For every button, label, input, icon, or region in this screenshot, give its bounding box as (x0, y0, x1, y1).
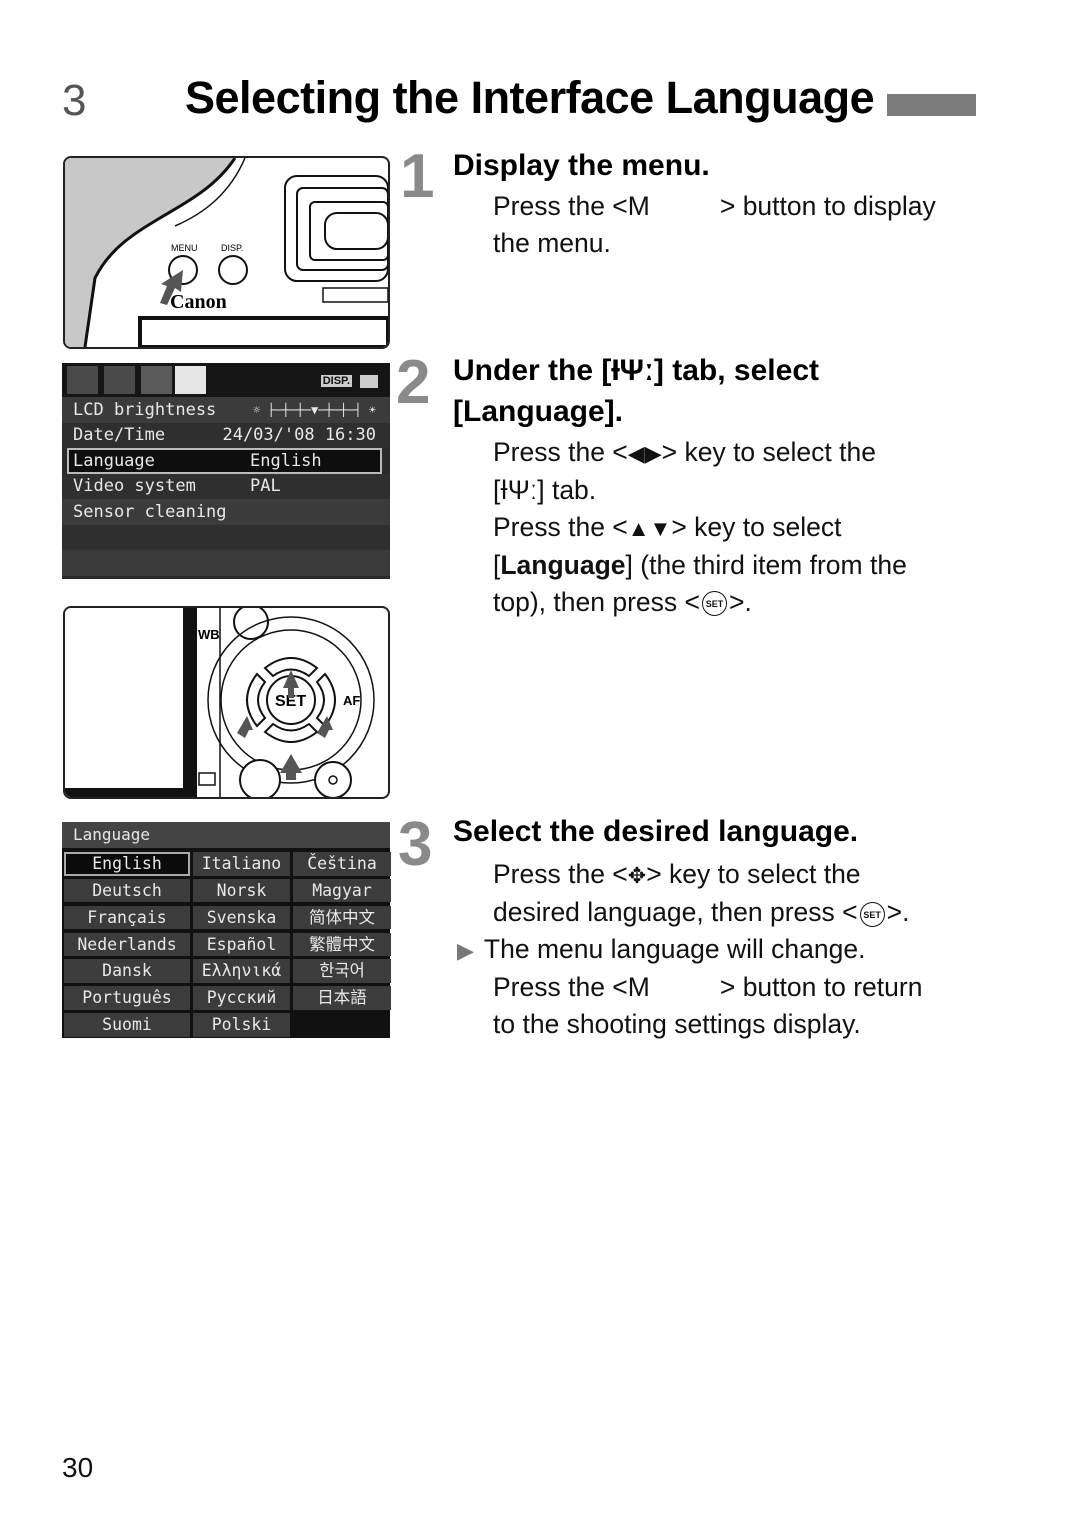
step-number-3: 3 (398, 810, 433, 879)
title-decoration-bar (887, 94, 976, 116)
step-1-text: Press the <M > button to display the menu… (493, 191, 936, 258)
menu-label: MENU (171, 243, 198, 253)
set-button-icon: SET (859, 901, 885, 927)
language-option: Deutsch (64, 878, 190, 903)
language-option: Polski (193, 1013, 290, 1037)
language-option: Русский (193, 986, 290, 1010)
language-option: Suomi (64, 1013, 190, 1037)
language-option: 简体中文 (293, 905, 391, 930)
menu-tab-bar: DISP. (62, 363, 390, 397)
disp-badge: DISP. (320, 375, 352, 387)
language-option: 한국어 (293, 959, 391, 983)
language-menu-screen: Language English Italiano Čeština Deutsc… (62, 822, 391, 1038)
page-number: 30 (62, 1452, 94, 1483)
language-grid: English Italiano Čeština Deutsch Norsk M… (62, 848, 391, 1038)
step-3-title: Select the desired language. (453, 815, 859, 848)
step-1-title: Display the menu. (453, 149, 710, 182)
setup-menu-screen: DISP. LCD brightness ☼ ├─┼─┼─▼─┼─┼─┤ ☀ D… (62, 363, 390, 579)
up-down-keys-icon: ▲▼ (627, 515, 672, 541)
menu-row-date-time: Date/Time 24/03/'08 16:30 (62, 422, 390, 448)
wb-label: WB (198, 627, 220, 642)
step-3-text: Press the <✥> key to select the desired … (457, 859, 923, 1039)
menu-row-empty (62, 550, 390, 576)
info-icon (360, 375, 378, 388)
result-bullet-icon: ▶ (457, 937, 474, 963)
menu-row-language: Language English (67, 448, 382, 474)
language-option: Čeština (293, 852, 391, 876)
playback-tab-icon (141, 366, 172, 394)
step-2-text: Press the <◀▶> key to select the [ƗΨː] t… (493, 437, 907, 617)
language-option: Español (193, 932, 290, 957)
language-option: Dansk (64, 959, 190, 983)
af-label: AF (343, 693, 360, 708)
brand-logo: Canon (170, 291, 227, 313)
step-2-title: Under the [ƗΨː] tab, select [Language]. (453, 354, 819, 428)
disp-label: DISP. (221, 243, 243, 253)
menu-row-empty (62, 524, 390, 550)
chapter-number: 3 (62, 76, 87, 125)
language-option: Norsk (193, 878, 290, 903)
shooting-tab-2-icon (104, 366, 135, 394)
language-option: Svenska (193, 905, 290, 930)
cross-keys-illustration: WB SET AF (63, 606, 390, 799)
language-option: Italiano (193, 852, 290, 876)
language-option: Français (64, 905, 190, 930)
step-number-2: 2 (396, 348, 431, 417)
language-option: Nederlands (64, 932, 190, 957)
step-number-1: 1 (400, 142, 435, 211)
shooting-tab-1-icon (67, 366, 98, 394)
setup-menu-list: LCD brightness ☼ ├─┼─┼─▼─┼─┼─┤ ☀ Date/Ti… (62, 397, 390, 576)
camera-menu-button-illustration: MENU DISP. Canon (63, 156, 390, 349)
language-option: English (64, 852, 190, 876)
left-arrow-icon (237, 716, 253, 738)
cross-keys-icon: ✥ (627, 862, 647, 888)
page-title: Selecting the Interface Language (185, 72, 875, 123)
left-right-keys-icon: ◀▶ (627, 440, 662, 466)
menu-row-sensor-cleaning: Sensor cleaning (62, 499, 390, 525)
language-option: Português (64, 986, 190, 1010)
menu-row-video-system: Video system PAL (62, 473, 390, 499)
language-option: Magyar (293, 878, 391, 903)
language-option: 繁體中文 (293, 932, 391, 957)
down-arrow-icon (280, 754, 302, 780)
language-option: 日本語 (293, 986, 391, 1010)
setup-tab-icon (175, 366, 206, 394)
language-option: Ελληνικά (193, 959, 290, 983)
language-menu-header: Language (62, 822, 390, 848)
menu-row-lcd-brightness: LCD brightness ☼ ├─┼─┼─▼─┼─┼─┤ ☀ (62, 397, 390, 423)
set-button-icon: SET (701, 591, 727, 616)
brightness-slider: ☼ ├─┼─┼─▼─┼─┼─┤ ☀ (253, 402, 376, 417)
